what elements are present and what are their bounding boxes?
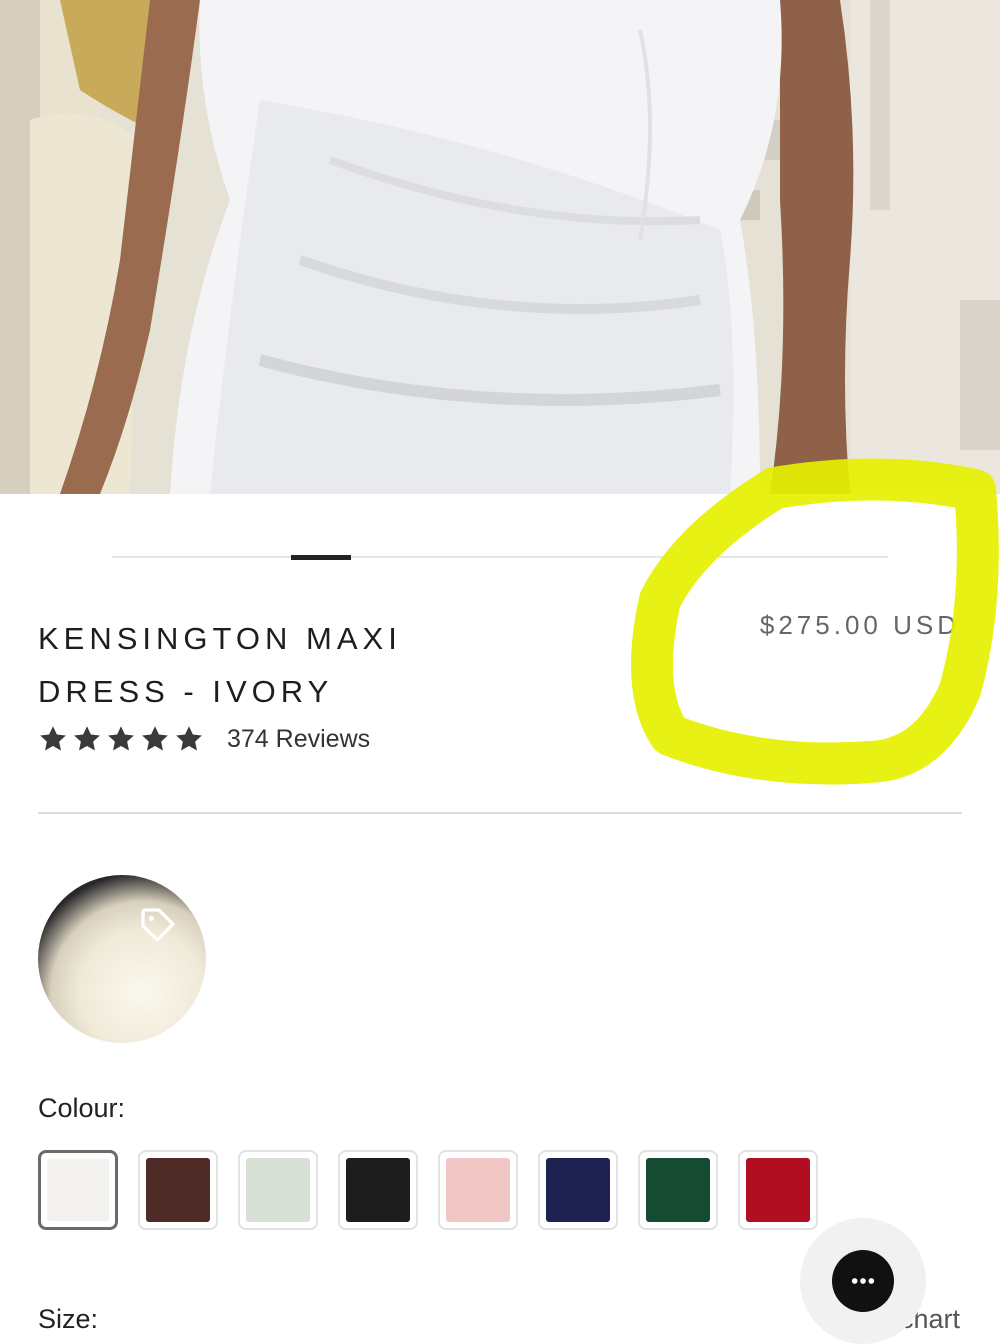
rating-stars — [38, 724, 204, 754]
colour-chip-sage[interactable] — [238, 1150, 318, 1230]
product-price: $275.00 USD — [759, 610, 960, 640]
chat-bubble-icon — [851, 1278, 875, 1284]
colour-chip-red[interactable] — [738, 1150, 818, 1230]
product-image[interactable] — [0, 0, 1000, 494]
fabric-swatch-thumbnail[interactable] — [38, 875, 206, 1043]
colour-fill — [746, 1158, 810, 1222]
colour-chip-ivory[interactable] — [38, 1150, 118, 1230]
colour-chip-blush[interactable] — [438, 1150, 518, 1230]
chat-button[interactable] — [832, 1250, 894, 1312]
gallery-progress-track — [112, 556, 888, 558]
colour-chip-chocolate[interactable] — [138, 1150, 218, 1230]
reviews-link[interactable]: 374 Reviews — [227, 725, 370, 754]
colour-fill — [146, 1158, 210, 1222]
gallery-progress-thumb[interactable] — [291, 555, 351, 560]
colour-fill — [446, 1158, 510, 1222]
colour-chip-navy[interactable] — [538, 1150, 618, 1230]
star-icon — [176, 726, 202, 751]
size-label: Size: — [38, 1304, 99, 1334]
colour-fill — [646, 1158, 710, 1222]
divider — [38, 812, 962, 814]
star-icon — [108, 726, 134, 751]
product-title: KENSINGTON MAXI DRESS - IVORY — [38, 621, 402, 709]
colour-fill — [546, 1158, 610, 1222]
star-icon — [142, 726, 168, 751]
colour-fill — [346, 1158, 410, 1222]
tag-icon — [141, 908, 175, 942]
star-icon — [74, 726, 100, 751]
colour-fill — [246, 1158, 310, 1222]
star-icon — [40, 726, 66, 751]
colour-fill — [47, 1159, 109, 1221]
colour-options — [38, 1150, 818, 1230]
product-rating[interactable]: 374 Reviews — [38, 724, 370, 754]
colour-chip-emerald[interactable] — [638, 1150, 718, 1230]
colour-label: Colour: — [38, 1093, 126, 1123]
colour-chip-black[interactable] — [338, 1150, 418, 1230]
